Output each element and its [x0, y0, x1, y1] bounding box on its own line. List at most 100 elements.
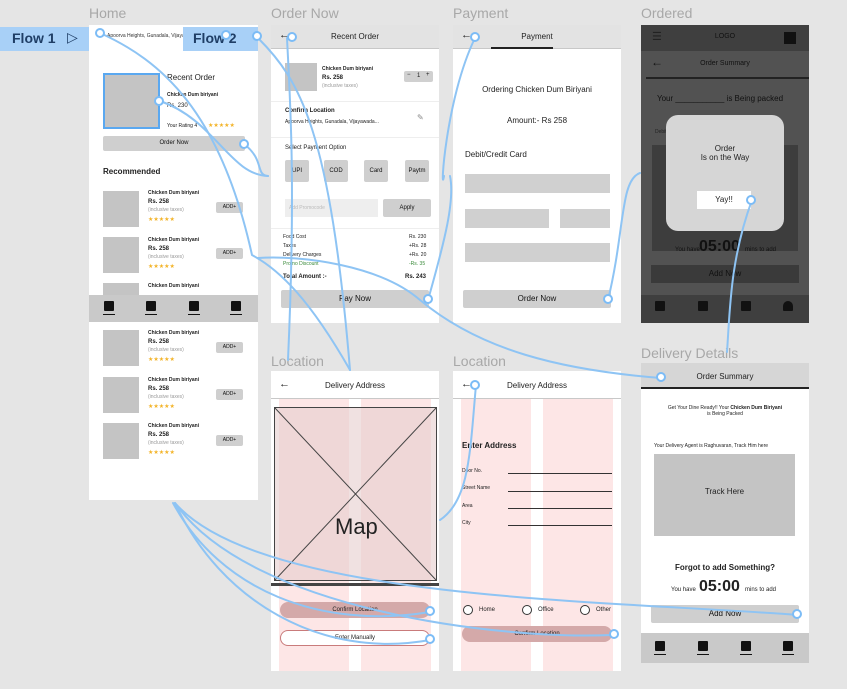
pay-option-paytm[interactable]: Paytm [405, 160, 429, 182]
order-item-image [285, 63, 317, 91]
order-item-name: Chicken Dum biriyani [322, 66, 374, 72]
add-button[interactable]: ADD+ [216, 248, 243, 259]
item-name: Chicken Dum biriyani [148, 423, 200, 429]
nav-profile-icon[interactable] [783, 301, 793, 311]
hotspot-dot[interactable] [154, 96, 164, 106]
modal-line-1: Order [714, 144, 736, 153]
radio-label: Other [596, 607, 612, 613]
location-map-frame: ← Delivery Address Map Confirm Location … [271, 371, 439, 671]
hotspot-dot[interactable] [423, 294, 433, 304]
nav-underline [145, 314, 157, 315]
flow-1-tag[interactable]: Flow 1 ▷ [0, 27, 89, 51]
card-name-field[interactable] [465, 243, 610, 262]
nav-profile-icon[interactable] [231, 301, 241, 311]
hotspot-dot[interactable] [603, 294, 613, 304]
item-name: Chicken Dum biriyani [148, 283, 200, 289]
promocode-input[interactable]: Add Promocode [285, 199, 378, 217]
qty-plus-button[interactable]: + [426, 72, 430, 78]
hotspot-dot[interactable] [425, 606, 435, 616]
hotspot-dot[interactable] [470, 380, 480, 390]
card-cvv-field[interactable] [560, 209, 610, 228]
card-number-field[interactable] [465, 174, 610, 193]
hotspot-dot[interactable] [239, 139, 249, 149]
hotspot-dot[interactable] [95, 28, 105, 38]
item-tax: (inclusive taxes) [148, 254, 184, 260]
nav-search-icon[interactable] [698, 301, 708, 311]
pay-option-upi[interactable]: UPI [285, 160, 309, 182]
details-header: Order Summary [641, 363, 809, 389]
nav-home-icon[interactable] [655, 301, 665, 311]
rating-stars[interactable]: ★★★★★ [208, 122, 235, 129]
nav-home-icon[interactable] [655, 641, 665, 651]
card-expiry-field[interactable] [465, 209, 549, 228]
radio-home[interactable] [463, 605, 473, 615]
nav-search-icon[interactable] [146, 301, 156, 311]
you-have-text: You have [671, 587, 696, 593]
nav-cart-icon[interactable] [741, 301, 751, 311]
add-button[interactable]: ADD+ [216, 202, 243, 213]
nav-home-icon[interactable] [104, 301, 114, 311]
details-bottom-nav [641, 633, 809, 663]
flow-2-tag[interactable]: Flow 2 [183, 27, 258, 51]
street-name-input[interactable] [508, 491, 612, 492]
add-button[interactable]: ADD+ [216, 389, 243, 400]
bill-value: +Rs. 20 [409, 252, 427, 258]
confirm-location-button[interactable]: Confirm Location [280, 602, 430, 618]
item-tax: (inclusive taxes) [148, 440, 184, 446]
item-name: Chicken Dum biriyani [148, 377, 200, 383]
you-have-text: You have [675, 247, 700, 253]
nav-underline [654, 654, 666, 655]
home-bottom-nav [89, 295, 258, 322]
hotspot-dot[interactable] [425, 634, 435, 644]
home-order-now-button[interactable]: Order Now [103, 136, 245, 151]
edit-pencil-icon[interactable]: ✎ [417, 113, 424, 122]
recent-order-title: Recent Order [167, 73, 216, 82]
quantity-stepper[interactable]: − 1 + [404, 71, 433, 82]
map-area[interactable]: Map [274, 407, 437, 581]
tracking-map[interactable]: Track Here [654, 454, 795, 536]
add-now-button[interactable]: Add Now [651, 265, 799, 283]
radio-office[interactable] [522, 605, 532, 615]
hotspot-dot[interactable] [656, 372, 666, 382]
nav-search-icon[interactable] [698, 641, 708, 651]
payment-frame: ← Payment Ordering Chicken Dum Biriyani … [453, 25, 621, 323]
qty-minus-button[interactable]: − [407, 72, 411, 78]
item-price: Rs. 258 [148, 339, 170, 345]
play-triangle-icon[interactable]: ▷ [67, 29, 78, 46]
nav-cart-icon[interactable] [741, 641, 751, 651]
hotspot-dot[interactable] [470, 32, 480, 42]
nav-profile-icon[interactable] [783, 641, 793, 651]
add-button[interactable]: ADD+ [216, 435, 243, 446]
area-input[interactable] [508, 508, 612, 509]
hotspot-dot[interactable] [609, 629, 619, 639]
door-no-input[interactable] [508, 473, 612, 474]
hotspot-dot[interactable] [287, 32, 297, 42]
nav-cart-icon[interactable] [189, 301, 199, 311]
yay-button[interactable]: Yay!! [697, 191, 751, 209]
ordered-frame: ☰ LOGO ← Order Summary Your ___________ … [641, 25, 809, 323]
confirm-location-button[interactable]: Confirm Location [462, 626, 612, 642]
cart-icon[interactable] [784, 32, 796, 44]
field-label: City [462, 520, 471, 526]
apply-button[interactable]: Apply [383, 199, 431, 217]
pay-option-card[interactable]: Card [364, 160, 388, 182]
bill-value: -Rs. 35 [409, 261, 426, 267]
city-input[interactable] [508, 525, 612, 526]
field-label: Street Name [462, 485, 491, 491]
pay-option-cod[interactable]: COD [324, 160, 348, 182]
add-now-button[interactable]: Add Now [651, 605, 799, 623]
payment-order-now-button[interactable]: Order Now [463, 290, 611, 308]
location-header: ← Delivery Address [271, 371, 439, 399]
flow-1-label: Flow 1 [12, 30, 56, 46]
hotspot-dot[interactable] [221, 30, 231, 40]
item-stars: ★★★★★ [148, 357, 175, 363]
radio-other[interactable] [580, 605, 590, 615]
hotspot-dot[interactable] [252, 31, 262, 41]
hotspot-dot[interactable] [792, 609, 802, 619]
timer-value: 05:00 [699, 578, 740, 595]
enter-manually-button[interactable]: Enter Manually [280, 630, 430, 646]
pay-now-button[interactable]: Pay Now [281, 290, 429, 308]
add-button[interactable]: ADD+ [216, 342, 243, 353]
hotspot-dot[interactable] [746, 195, 756, 205]
delivery-details-frame: Order Summary Get Your Dine Ready!! Your… [641, 363, 809, 663]
